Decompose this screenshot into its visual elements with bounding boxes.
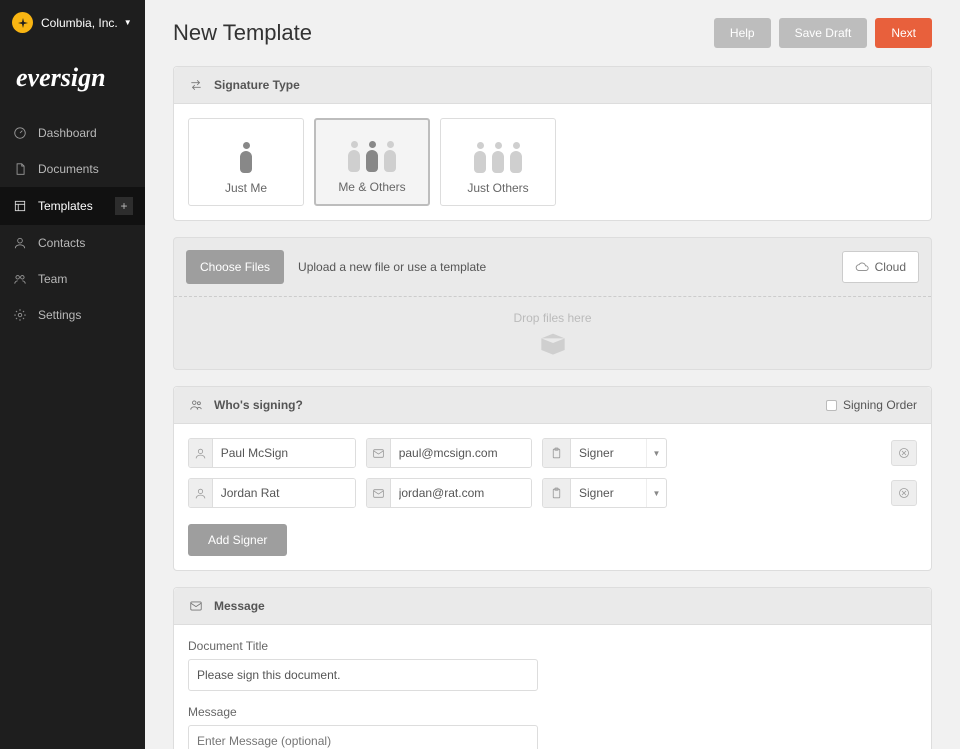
signing-order-label: Signing Order: [843, 398, 917, 412]
company-selector[interactable]: Columbia, Inc. ▼: [0, 0, 145, 45]
remove-signer-button[interactable]: [891, 440, 917, 466]
signature-option-just-me[interactable]: Just Me: [188, 118, 304, 206]
help-button[interactable]: Help: [714, 18, 771, 48]
brand-logo: eversign: [0, 45, 145, 115]
main-content: New Template Help Save Draft Next Signat…: [145, 0, 960, 749]
page-title: New Template: [173, 20, 312, 46]
cloud-icon: [855, 260, 869, 274]
signer-name-input[interactable]: [213, 439, 355, 467]
sidebar-item-team[interactable]: Team: [0, 261, 145, 297]
template-icon: [12, 198, 28, 214]
signer-email-input[interactable]: [391, 479, 531, 507]
remove-signer-button[interactable]: [891, 480, 917, 506]
dropzone[interactable]: Drop files here: [174, 296, 931, 369]
signer-name-input[interactable]: [213, 479, 355, 507]
envelope-icon: [367, 479, 391, 507]
sidebar: Columbia, Inc. ▼ eversign Dashboard Docu…: [0, 0, 145, 749]
message-label: Message: [188, 705, 917, 719]
document-title-input[interactable]: [188, 659, 538, 691]
signer-name-field[interactable]: [188, 438, 356, 468]
sidebar-item-dashboard[interactable]: Dashboard: [0, 115, 145, 151]
gauge-icon: [12, 125, 28, 141]
sidebar-item-settings[interactable]: Settings: [0, 297, 145, 333]
signing-panel: Who's signing? Signing Order: [173, 386, 932, 571]
message-textarea[interactable]: [188, 725, 538, 749]
upload-hint: Upload a new file or use a template: [298, 260, 486, 274]
signature-option-me-others[interactable]: Me & Others: [314, 118, 430, 206]
chevron-down-icon: ▼: [124, 18, 132, 27]
dropzone-label: Drop files here: [188, 311, 917, 325]
chevron-down-icon: ▼: [646, 479, 666, 507]
clipboard-icon: [543, 439, 571, 467]
contacts-icon: [12, 235, 28, 251]
signer-row: Signer ▼: [188, 438, 917, 468]
envelope-icon: [367, 439, 391, 467]
person-icon: [189, 479, 213, 507]
signature-type-heading: Signature Type: [214, 78, 300, 92]
signer-name-field[interactable]: [188, 478, 356, 508]
sidebar-item-templates[interactable]: Templates +: [0, 187, 145, 225]
signer-email-input[interactable]: [391, 439, 531, 467]
cloud-button[interactable]: Cloud: [842, 251, 919, 283]
team-icon: [12, 271, 28, 287]
chevron-down-icon: ▼: [646, 439, 666, 467]
next-button[interactable]: Next: [875, 18, 932, 48]
signing-heading: Who's signing?: [214, 398, 303, 412]
signing-order-checkbox[interactable]: [826, 400, 837, 411]
arrows-icon: [188, 77, 204, 93]
box-icon: [188, 331, 917, 355]
upload-panel: Choose Files Upload a new file or use a …: [173, 237, 932, 370]
envelope-icon: [188, 598, 204, 614]
topbar: New Template Help Save Draft Next: [145, 0, 960, 66]
choose-files-button[interactable]: Choose Files: [186, 250, 284, 284]
signer-email-field[interactable]: [366, 438, 532, 468]
nav-menu: Dashboard Documents Templates + Contacts…: [0, 115, 145, 333]
company-name: Columbia, Inc.: [41, 16, 118, 30]
add-template-button[interactable]: +: [115, 197, 133, 215]
sidebar-item-documents[interactable]: Documents: [0, 151, 145, 187]
people-icon: [188, 397, 204, 413]
signature-option-just-others[interactable]: Just Others: [440, 118, 556, 206]
document-title-label: Document Title: [188, 639, 917, 653]
signer-role-select[interactable]: Signer ▼: [542, 438, 667, 468]
save-draft-button[interactable]: Save Draft: [779, 18, 868, 48]
message-panel: Message Document Title Message: [173, 587, 932, 749]
document-icon: [12, 161, 28, 177]
signer-role-select[interactable]: Signer ▼: [542, 478, 667, 508]
signer-row: Signer ▼: [188, 478, 917, 508]
sidebar-item-contacts[interactable]: Contacts: [0, 225, 145, 261]
person-icon: [189, 439, 213, 467]
gear-icon: [12, 307, 28, 323]
message-heading: Message: [214, 599, 265, 613]
signature-type-panel: Signature Type Just Me: [173, 66, 932, 221]
add-signer-button[interactable]: Add Signer: [188, 524, 287, 556]
compass-icon: [12, 12, 33, 33]
signer-email-field[interactable]: [366, 478, 532, 508]
clipboard-icon: [543, 479, 571, 507]
signers-list: Signer ▼: [174, 424, 931, 570]
